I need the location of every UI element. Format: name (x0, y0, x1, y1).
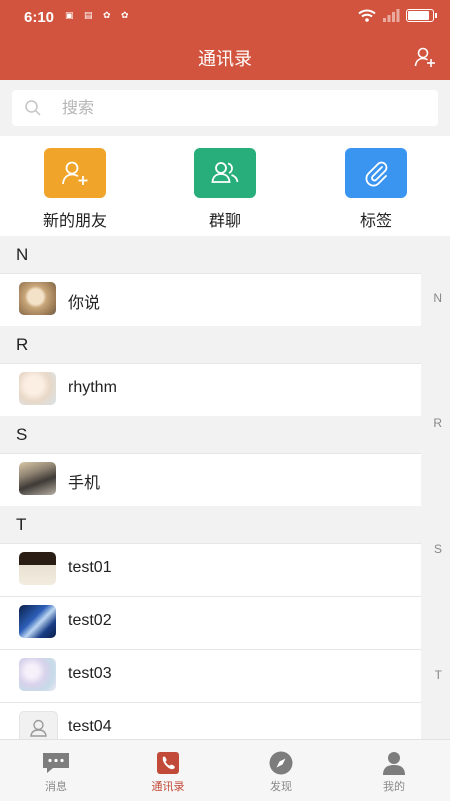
tags-button[interactable]: 标签 (326, 148, 426, 231)
contact-name: test01 (68, 559, 112, 576)
tab-messages[interactable]: 消息 (0, 740, 112, 801)
search-area (0, 80, 450, 136)
section-header-t: T (0, 506, 421, 543)
avatar (19, 282, 56, 315)
section-header-r: R (0, 326, 421, 363)
group-chat-label: 群聊 (208, 213, 241, 230)
contact-row[interactable]: test01 (0, 543, 421, 596)
status-notification-icons: ▣ ▤ ✿ ✿ (65, 10, 133, 20)
section-header-s: S (0, 416, 421, 453)
index-letter-n[interactable]: N (433, 291, 442, 305)
contact-name: rhythm (68, 379, 117, 396)
tab-messages-label: 消息 (45, 781, 67, 793)
contact-name: 你说 (68, 295, 101, 312)
contact-row[interactable]: 手机 (0, 453, 421, 506)
contact-name: test03 (68, 665, 112, 682)
status-time: 6:10 (24, 9, 55, 26)
compass-icon (265, 750, 297, 776)
chat-icon (40, 750, 72, 776)
section-header-n: N (0, 236, 421, 273)
index-letter-r[interactable]: R (433, 416, 442, 430)
contact-row[interactable]: test02 (0, 596, 421, 649)
tab-contacts-label: 通讯录 (151, 781, 185, 793)
avatar (19, 462, 56, 495)
avatar (19, 372, 56, 405)
search-input[interactable] (60, 90, 424, 128)
contact-name: test02 (68, 612, 112, 629)
contacts-book-icon (152, 750, 184, 776)
bottom-tab-bar: 消息 通讯录 发现 我的 (0, 739, 450, 801)
quick-actions: 新的朋友 群聊 标签 (0, 136, 450, 236)
signal-icon (383, 9, 400, 22)
battery-icon (406, 9, 437, 22)
contact-list: N 你说 R rhythm S 手机 T test01 test02 test0… (0, 236, 421, 755)
tab-me[interactable]: 我的 (338, 740, 450, 801)
contact-name: test04 (68, 718, 112, 735)
tab-discover[interactable]: 发现 (225, 740, 337, 801)
add-user-icon (44, 148, 106, 198)
contact-name: 手机 (68, 475, 101, 492)
group-chat-button[interactable]: 群聊 (175, 148, 275, 231)
status-bar: 6:10 ▣ ▤ ✿ ✿ (0, 0, 450, 34)
avatar (19, 605, 56, 638)
status-indicators (358, 9, 437, 22)
new-friends-label: 新的朋友 (42, 213, 107, 230)
contact-row[interactable]: rhythm (0, 363, 421, 416)
avatar (19, 658, 56, 691)
tags-label: 标签 (359, 213, 392, 230)
index-letter-s[interactable]: S (434, 542, 442, 556)
alphabet-index[interactable]: N R S T (421, 236, 450, 739)
paperclip-icon (345, 148, 407, 198)
group-icon (194, 148, 256, 198)
top-app-bar: 6:10 ▣ ▤ ✿ ✿ 通讯录 (0, 0, 450, 80)
avatar (19, 552, 56, 585)
person-icon (378, 750, 410, 776)
index-letter-t[interactable]: T (435, 668, 442, 682)
contact-row[interactable]: 你说 (0, 273, 421, 326)
tab-discover-label: 发现 (270, 781, 292, 793)
tab-me-label: 我的 (383, 781, 405, 793)
search-icon (25, 100, 41, 116)
wifi-icon (358, 9, 376, 22)
page-title: 通讯录 (198, 49, 252, 69)
add-contact-icon[interactable] (414, 46, 436, 68)
tab-contacts[interactable]: 通讯录 (112, 740, 224, 801)
contact-row[interactable]: test03 (0, 649, 421, 702)
new-friends-button[interactable]: 新的朋友 (25, 148, 125, 231)
search-bar[interactable] (12, 90, 438, 128)
